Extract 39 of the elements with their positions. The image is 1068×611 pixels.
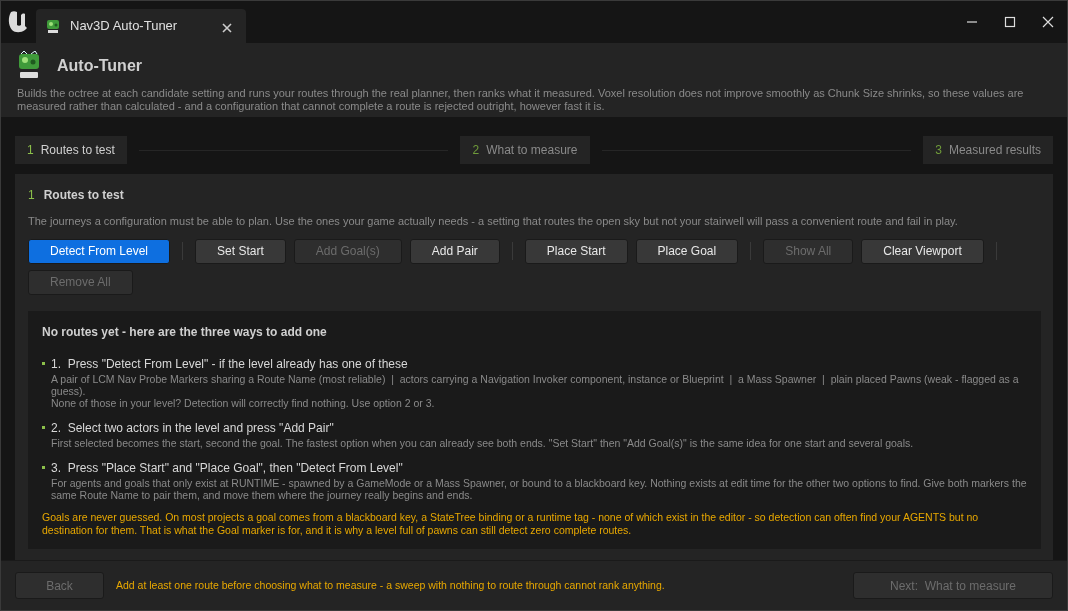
option-heading: 3. Press "Place Start" and "Place Goal", then "Detect From Level" [51, 459, 404, 477]
section-number: 1 [28, 187, 35, 204]
step-number: 2 [472, 142, 480, 159]
option-detail: For agents and goals that only exist at RUNTIME - spawned by a GameMode or a Mass Spawner, or bound to a blackboard key. Nothing exists at edit time for the other two options to find. Give both markers the same Route Name to pair them, and move them where the journey really begins and ends. [51, 476, 1027, 501]
step-tab[interactable]: 3 Measured results [923, 136, 1053, 164]
page-description: Builds the octree at each candidate setting and runs your routes through the real planner, then ranks what it measured. Voxel resolution does not improve smoothly as Chunk Size shrinks, so these values are measured rather than calculated - and a configuration that cannot complete a route is rejected outright, however fast it is. [17, 87, 1025, 113]
warning-text: Goals are never guessed. On most projects a goal comes from a blackboard key, a StateTree binding or a runtime tag - none of which exist in the editor - so detection can often find your AGENTS but no destination for them. That is what the Goal marker is for, and it is why a level full of pawns can still detect zero complete routes. [42, 510, 980, 537]
action-button[interactable]: Set Start [195, 238, 286, 264]
window-title: Nav3D Auto-Tuner [70, 17, 179, 36]
option-detail: First selected becomes the start, second the goal. The fastest option when you can already see both ends. "Set Start" then "Add Goal(s)" is the same idea for one start and several goals. [51, 436, 914, 449]
page-title: Auto-Tuner [57, 56, 142, 76]
step-label: Routes to test [40, 142, 115, 159]
bullet-icon [42, 465, 45, 469]
step-number: 3 [935, 142, 942, 159]
plugin-logo-icon [17, 51, 41, 81]
bullet-icon [42, 425, 45, 429]
step-label: Measured results [948, 142, 1041, 159]
step-number: 1 [27, 142, 34, 159]
action-button[interactable]: Add Pair [409, 238, 500, 264]
option-heading: 2. Select two actors in the level and press "Add Pair" [51, 419, 335, 437]
section-title: Routes to test [43, 187, 124, 204]
option-heading: 1. Press "Detect From Level" - if the level already has one of these [51, 355, 409, 373]
step-tab[interactable]: 1 Routes to test [15, 136, 127, 164]
maximize-icon[interactable] [1004, 16, 1016, 28]
step-label: What to measure [486, 142, 578, 159]
window-tab[interactable]: Nav3D Auto-Tuner [36, 9, 246, 43]
close-icon[interactable] [1042, 16, 1054, 28]
action-button[interactable]: Detect From Level [28, 238, 171, 264]
action-button[interactable]: Place Start [524, 238, 628, 264]
section-description: The journeys a configuration must be able to plan. Use the ones your game actually needs - a setting that routes the open sky but not your stairwell will pass a convenient route and fail in play. [28, 214, 959, 229]
action-button[interactable]: Place Goal [635, 238, 739, 264]
plugin-icon [46, 18, 60, 34]
bullet-icon [42, 361, 45, 365]
option-detail: A pair of LCM Nav Probe Markers sharing a Route Name (most reliable) | actors carrying a Navigation Invoker component, instance or Blueprint | a Mass Spawner | plain placed Pawns (weak - flagged as a guess). [51, 372, 1020, 397]
empty-state-title: No routes yet - here are the three ways to add one [42, 323, 328, 341]
option-detail: None of those in your level? Detection will correctly find nothing. Use option 2 or 3. [51, 396, 436, 409]
footer-message: Add at least one route before choosing what to measure - a sweep with nothing to route through cannot rank anything. [116, 577, 666, 593]
step-tab[interactable]: 2 What to measure [460, 136, 590, 164]
action-button[interactable]: Clear Viewport [861, 238, 984, 264]
